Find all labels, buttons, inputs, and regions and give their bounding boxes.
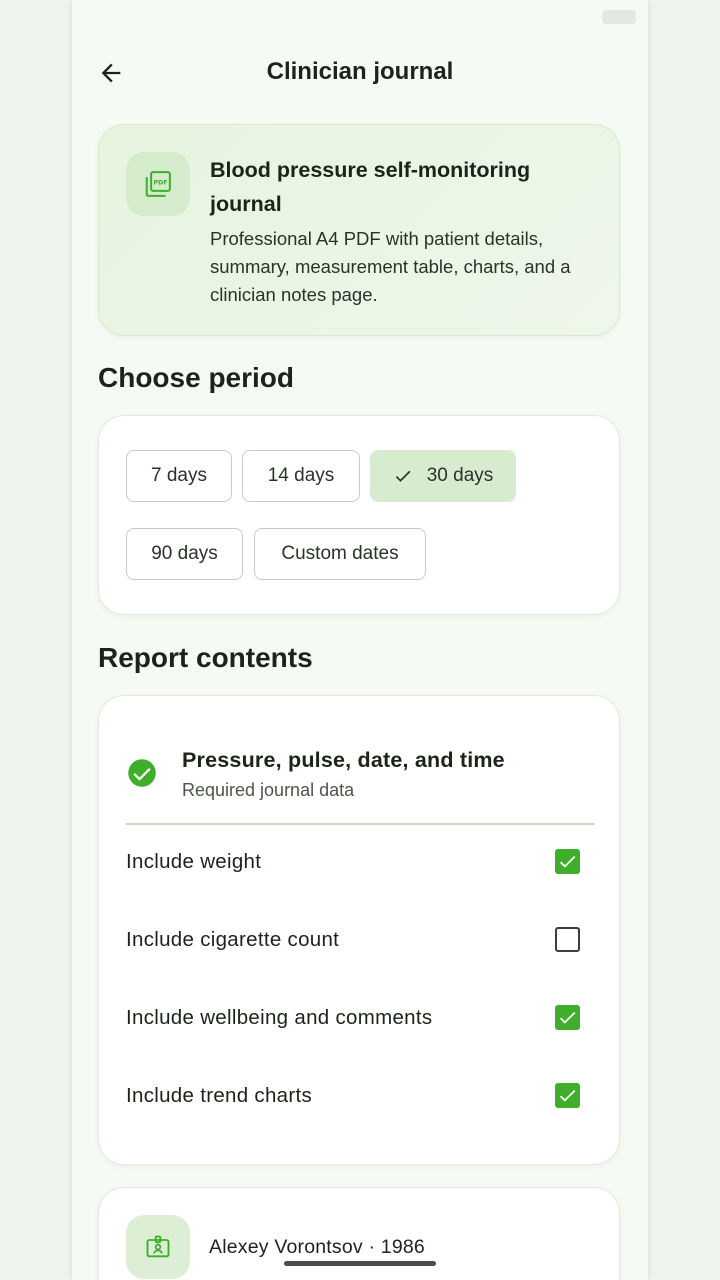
svg-text:PDF: PDF (153, 179, 167, 186)
chip-custom-dates[interactable]: Custom dates (254, 528, 426, 580)
option-label: Include weight (126, 850, 262, 873)
info-card-description: Professional A4 PDF with patient details… (210, 228, 571, 305)
check-circle-icon (128, 759, 156, 787)
option-include-weight[interactable]: Include weight (126, 836, 596, 892)
period-section-title: Choose period (98, 362, 295, 393)
option-label: Include trend charts (126, 1084, 313, 1107)
option-label: Include wellbeing and comments (126, 1006, 433, 1029)
required-data-subtitle: Required journal data (182, 780, 355, 800)
check-icon (393, 466, 413, 486)
option-include-cigarette-count[interactable]: Include cigarette count (126, 914, 596, 970)
check-icon (559, 1089, 576, 1102)
period-card: 7 days 14 days 30 days 90 days Custom da… (98, 415, 620, 615)
pdf-badge: PDF (126, 152, 190, 216)
divider (126, 823, 595, 825)
chip-14-days[interactable]: 14 days (242, 450, 360, 502)
checkbox-checked[interactable] (555, 1005, 580, 1030)
id-badge-icon (146, 1235, 170, 1258)
chip-label: Custom dates (281, 543, 399, 564)
page-title: Clinician journal (266, 58, 454, 85)
required-data-title: Pressure, pulse, date, and time (182, 748, 505, 772)
journal-info-card: PDF Blood pressure self-monitoring journ… (98, 124, 620, 336)
check-icon (559, 1011, 576, 1024)
battery-icon (602, 10, 636, 24)
patient-card[interactable]: Alexey Vorontsov · 1986 (98, 1187, 620, 1280)
chip-30-days[interactable]: 30 days (370, 450, 516, 502)
top-app-bar: Clinician journal (72, 40, 648, 106)
info-card-title: Blood pressure self-monitoring journal (210, 158, 531, 216)
report-contents-card: Pressure, pulse, date, and time Required… (98, 695, 620, 1165)
status-bar (96, 6, 636, 28)
chip-label: 90 days (151, 543, 218, 564)
status-icons (602, 10, 636, 24)
option-include-trend-charts[interactable]: Include trend charts (126, 1070, 596, 1126)
home-indicator[interactable] (284, 1261, 436, 1266)
chip-label: 30 days (426, 465, 494, 486)
required-data-row: Pressure, pulse, date, and time Required… (99, 736, 619, 816)
pdf-document-icon: PDF (145, 171, 171, 197)
option-label: Include cigarette count (126, 928, 340, 951)
checkbox-unchecked[interactable] (555, 927, 580, 952)
checkbox-checked[interactable] (555, 849, 580, 874)
option-include-wellbeing[interactable]: Include wellbeing and comments (126, 992, 596, 1048)
app-screen: Clinician journal PDF Blood pressure sel… (72, 0, 648, 1280)
patient-badge (126, 1215, 190, 1279)
patient-name-year: Alexey Vorontsov · 1986 (209, 1236, 425, 1258)
chip-7-days[interactable]: 7 days (126, 450, 232, 502)
checkbox-checked[interactable] (555, 1083, 580, 1108)
chip-90-days[interactable]: 90 days (126, 528, 243, 580)
chip-label: 7 days (151, 465, 207, 486)
chip-label: 14 days (267, 465, 335, 486)
check-icon (559, 855, 576, 868)
contents-section-title: Report contents (98, 642, 313, 673)
